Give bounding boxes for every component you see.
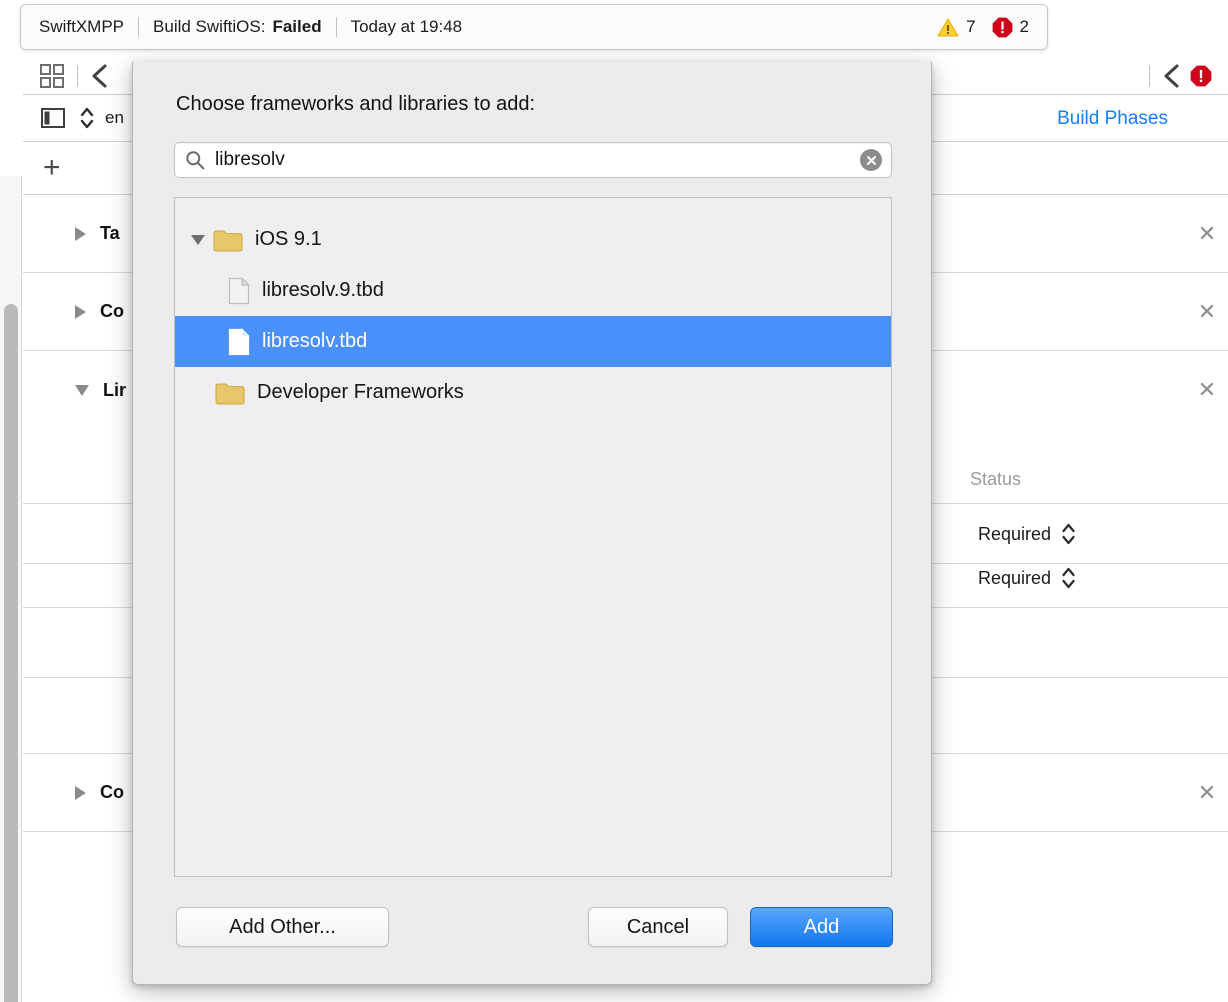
close-x-icon[interactable]: ✕ — [1196, 782, 1218, 804]
titlebar-content: SwiftXMPP Build SwiftiOS: Failed Today a… — [21, 5, 937, 49]
error-count: 2 — [1019, 17, 1029, 36]
clear-circle-x-icon[interactable] — [860, 149, 882, 171]
build-status-prefix: Build SwiftiOS: — [153, 17, 266, 36]
file-icon — [228, 276, 250, 305]
frameworks-list[interactable]: iOS 9.1 libresolv.9.tbd libresolv.tbd De… — [174, 197, 892, 877]
navigator-scrollbar-track[interactable] — [0, 176, 22, 1002]
disclosure-triangle-open-icon[interactable] — [191, 234, 205, 245]
phase-label: Co — [100, 301, 124, 321]
disclosure-triangle-closed-icon[interactable] — [75, 785, 86, 800]
cancel-button[interactable]: Cancel — [588, 907, 728, 947]
list-item-label: Developer Frameworks — [257, 381, 464, 403]
warning-badge-group[interactable]: 7 — [937, 17, 976, 37]
titlebar-issue-badges: 7 2 — [937, 17, 1047, 38]
folder-icon — [213, 228, 243, 252]
build-status-value: Failed — [272, 17, 322, 36]
grid-squares-icon[interactable] — [39, 63, 65, 89]
table-row[interactable]: Required — [978, 521, 1077, 547]
phase-label: Co — [100, 782, 124, 802]
error-badge-group[interactable]: 2 — [992, 17, 1029, 38]
disclosure-triangle-open-icon[interactable] — [75, 384, 89, 396]
warning-count: 7 — [966, 17, 976, 36]
disclosure-triangle-closed-icon[interactable] — [75, 304, 86, 319]
titlebar-divider-2 — [335, 17, 337, 37]
list-item[interactable]: iOS 9.1 — [175, 214, 891, 265]
phase-label: Lir — [103, 379, 127, 400]
sheet-title: Choose frameworks and libraries to add: — [176, 93, 536, 115]
add-button[interactable]: Add — [750, 907, 893, 947]
status-value: Required — [978, 523, 1052, 544]
add-other-button[interactable]: Add Other... — [176, 907, 389, 947]
list-item-selected[interactable]: libresolv.tbd — [175, 316, 891, 367]
stepper-updown-icon[interactable] — [79, 105, 95, 131]
search-field[interactable] — [174, 142, 892, 178]
screen-root: SwiftXMPP Build SwiftiOS: Failed Today a… — [0, 0, 1228, 1002]
list-item-label: iOS 9.1 — [255, 228, 322, 250]
titlebar-divider-1 — [138, 17, 140, 37]
chevron-left-icon-right[interactable] — [1162, 63, 1182, 89]
column-header-status: Status — [970, 469, 1022, 489]
close-x-icon[interactable]: ✕ — [1196, 379, 1218, 401]
chevron-left-icon[interactable] — [90, 63, 110, 89]
warning-triangle-icon — [937, 18, 959, 37]
close-x-icon[interactable]: ✕ — [1196, 301, 1218, 323]
toolbar-divider — [77, 65, 78, 87]
folder-icon — [215, 381, 245, 405]
error-octagon-icon — [992, 17, 1013, 38]
file-icon — [228, 327, 250, 356]
build-status: Build SwiftiOS: Failed — [153, 17, 322, 37]
jumpbar-partial-text: en — [105, 108, 124, 127]
stepper-updown-icon[interactable] — [1060, 565, 1077, 591]
plus-icon[interactable]: + — [43, 153, 61, 183]
build-timestamp: Today at 19:48 — [350, 17, 463, 36]
navigator-scrollbar-thumb[interactable] — [4, 304, 18, 1002]
tab-build-phases[interactable]: Build Phases — [1057, 95, 1168, 142]
search-input[interactable] — [213, 148, 860, 172]
stepper-updown-icon[interactable] — [1060, 521, 1077, 547]
xcode-activity-titlebar: SwiftXMPP Build SwiftiOS: Failed Today a… — [20, 4, 1048, 50]
list-item-label: libresolv.tbd — [262, 330, 368, 352]
search-magnifier-icon — [185, 150, 205, 170]
status-value: Required — [978, 567, 1052, 588]
choose-frameworks-sheet: Choose frameworks and libraries to add: — [132, 62, 932, 985]
list-item[interactable]: Developer Frameworks — [175, 367, 891, 418]
panel-toggle-icon[interactable] — [39, 105, 67, 131]
toolbar-divider-right — [1149, 65, 1150, 87]
list-item-label: libresolv.9.tbd — [262, 279, 384, 301]
project-name: SwiftXMPP — [39, 17, 125, 36]
error-octagon-icon-toolbar[interactable] — [1190, 65, 1212, 87]
disclosure-triangle-closed-icon[interactable] — [75, 226, 86, 241]
list-item[interactable]: libresolv.9.tbd — [175, 265, 891, 316]
close-x-icon[interactable]: ✕ — [1196, 223, 1218, 245]
table-row[interactable]: Required — [978, 565, 1077, 591]
phase-label: Ta — [100, 223, 120, 243]
